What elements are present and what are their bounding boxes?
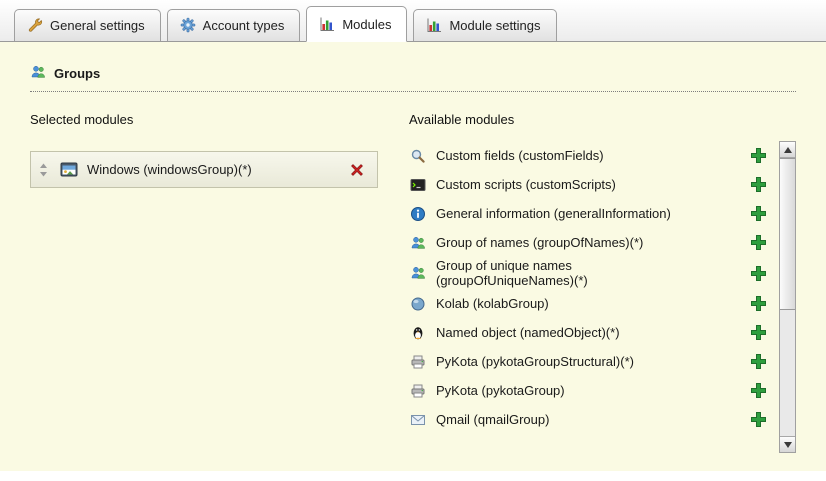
terminal-icon [409, 177, 427, 193]
add-module-button[interactable] [750, 234, 767, 251]
add-module-button[interactable] [750, 295, 767, 312]
add-module-button[interactable] [750, 147, 767, 164]
available-modules-list: Custom fields (customFields) Custom scri… [409, 141, 773, 453]
kolab-sphere-icon [409, 296, 427, 312]
green-plus-icon [750, 234, 767, 251]
group-icon [409, 265, 427, 281]
available-module-row[interactable]: PyKota (pykotaGroupStructural)(*) [409, 347, 773, 376]
available-modules-heading: Available modules [409, 112, 796, 127]
scrollbar-track[interactable] [780, 158, 795, 436]
down-arrow-icon [784, 442, 792, 448]
scrollbar[interactable] [779, 141, 796, 453]
available-module-label: Custom fields (customFields) [436, 148, 712, 163]
tab-label: Module settings [449, 18, 540, 33]
tab-bar: General settings Account types Modules M… [0, 0, 826, 42]
groups-icon [30, 64, 46, 83]
add-module-button[interactable] [750, 205, 767, 222]
available-module-label: Group of unique names (groupOfUniqueName… [436, 258, 712, 288]
green-plus-icon [750, 353, 767, 370]
available-module-row[interactable]: Custom fields (customFields) [409, 141, 773, 170]
selected-modules-list: Windows (windowsGroup)(*) [30, 151, 395, 188]
section-title: Groups [54, 66, 100, 81]
available-module-label: Qmail (qmailGroup) [436, 412, 712, 427]
green-plus-icon [750, 295, 767, 312]
available-modules-column: Available modules Custom fields (customF… [409, 112, 796, 453]
tab-module-settings[interactable]: Module settings [413, 9, 556, 41]
available-module-row[interactable]: Group of unique names (groupOfUniqueName… [409, 257, 773, 289]
available-module-label: Group of names (groupOfNames)(*) [436, 235, 712, 250]
tab-label: Account types [203, 18, 285, 33]
printer-icon [409, 383, 427, 399]
modules-panel: Groups Selected modules Windows (windows… [0, 42, 826, 471]
tab-label: General settings [50, 18, 145, 33]
available-module-row[interactable]: Custom scripts (customScripts) [409, 170, 773, 199]
red-x-icon [349, 162, 365, 178]
gear-icon [180, 17, 196, 33]
add-module-button[interactable] [750, 265, 767, 282]
add-module-button[interactable] [750, 176, 767, 193]
green-plus-icon [750, 147, 767, 164]
available-module-label: Named object (namedObject)(*) [436, 325, 712, 340]
available-module-label: Kolab (kolabGroup) [436, 296, 712, 311]
wrench-icon [27, 17, 43, 33]
green-plus-icon [750, 324, 767, 341]
available-module-label: Custom scripts (customScripts) [436, 177, 712, 192]
available-module-label: General information (generalInformation) [436, 206, 712, 221]
modules-chart-icon [319, 16, 335, 32]
green-plus-icon [750, 205, 767, 222]
available-module-row[interactable]: Qmail (qmailGroup) [409, 405, 773, 434]
tab-general-settings[interactable]: General settings [14, 9, 161, 41]
green-plus-icon [750, 382, 767, 399]
info-icon [409, 206, 427, 222]
available-module-row[interactable]: Named object (namedObject)(*) [409, 318, 773, 347]
remove-module-button[interactable] [349, 162, 365, 178]
available-module-label: PyKota (pykotaGroup) [436, 383, 712, 398]
add-module-button[interactable] [750, 382, 767, 399]
add-module-button[interactable] [750, 411, 767, 428]
envelope-icon [409, 412, 427, 428]
scrollbar-thumb[interactable] [780, 158, 795, 310]
windows-module-icon [60, 162, 78, 178]
penguin-icon [409, 325, 427, 341]
available-module-row[interactable]: PyKota (pykotaGroup) [409, 376, 773, 405]
available-module-label: PyKota (pykotaGroupStructural)(*) [436, 354, 712, 369]
printer-icon [409, 354, 427, 370]
selected-modules-column: Selected modules Windows (windowsGroup)(… [30, 112, 395, 453]
add-module-button[interactable] [750, 324, 767, 341]
scroll-up-button[interactable] [780, 142, 795, 158]
drag-handle-icon[interactable] [39, 163, 48, 177]
group-icon [409, 235, 427, 251]
available-module-row[interactable]: General information (generalInformation) [409, 199, 773, 228]
tab-label: Modules [342, 17, 391, 32]
selected-module-row[interactable]: Windows (windowsGroup)(*) [30, 151, 378, 188]
groups-section-header: Groups [30, 64, 796, 92]
module-columns: Selected modules Windows (windowsGroup)(… [30, 112, 796, 453]
modules-chart-icon [426, 17, 442, 33]
selected-module-label: Windows (windowsGroup)(*) [87, 162, 341, 177]
green-plus-icon [750, 265, 767, 282]
green-plus-icon [750, 176, 767, 193]
tab-account-types[interactable]: Account types [167, 9, 301, 41]
selected-modules-heading: Selected modules [30, 112, 395, 127]
available-module-row[interactable]: Group of names (groupOfNames)(*) [409, 228, 773, 257]
up-arrow-icon [784, 147, 792, 153]
magnifier-icon [409, 148, 427, 164]
green-plus-icon [750, 411, 767, 428]
scroll-down-button[interactable] [780, 436, 795, 452]
add-module-button[interactable] [750, 353, 767, 370]
available-module-row[interactable]: Kolab (kolabGroup) [409, 289, 773, 318]
available-modules-body: Custom fields (customFields) Custom scri… [409, 141, 796, 453]
tab-modules[interactable]: Modules [306, 6, 407, 42]
